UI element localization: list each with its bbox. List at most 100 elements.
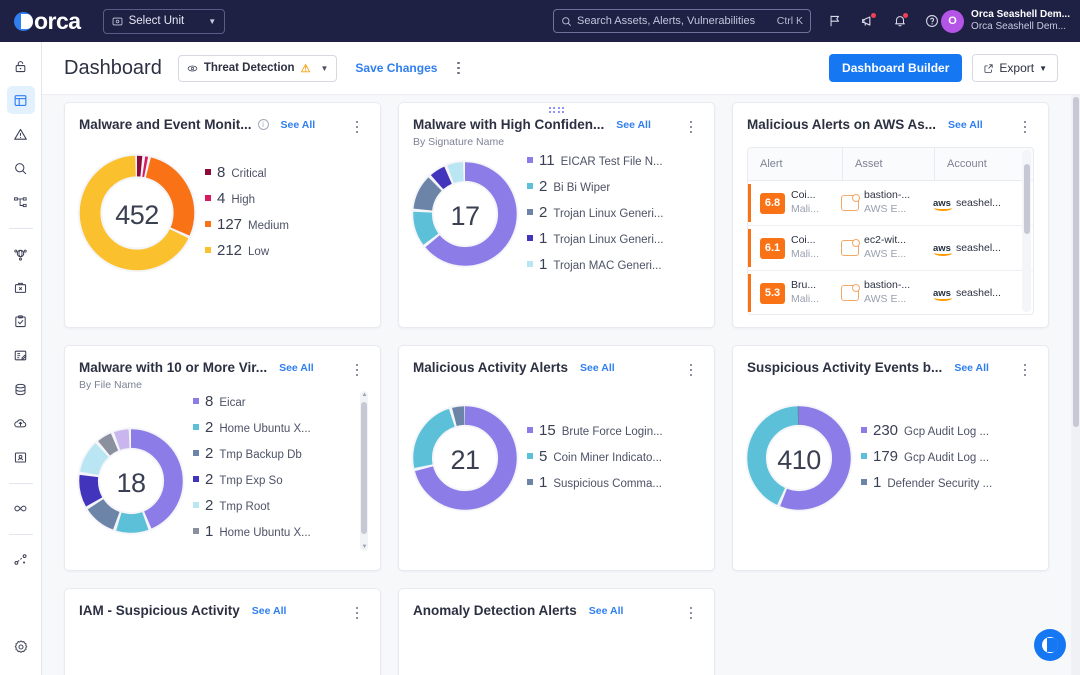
column-header-asset[interactable]: Asset bbox=[843, 148, 935, 180]
table-scrollbar-thumb[interactable] bbox=[1023, 164, 1030, 234]
widget-suspicious-activity-events[interactable]: Suspicious Activity Events b... See All … bbox=[732, 345, 1049, 571]
sidebar-item-network-globe[interactable] bbox=[7, 239, 35, 267]
sidebar-item-integrations[interactable] bbox=[7, 545, 35, 573]
megaphone-icon[interactable] bbox=[860, 12, 876, 29]
see-all-link[interactable]: See All bbox=[616, 119, 651, 131]
left-navigation-rail bbox=[0, 42, 42, 675]
legend-item[interactable]: 1 Trojan Linux Generi... bbox=[527, 230, 704, 247]
see-all-link[interactable]: See All bbox=[252, 605, 287, 617]
table-scrollbar[interactable] bbox=[1022, 150, 1031, 312]
sidebar-item-infinity[interactable] bbox=[7, 494, 35, 522]
widget-more-menu[interactable] bbox=[682, 360, 700, 380]
user-profile-menu[interactable]: O Orca Seashell Dem... Orca Seashell Dem… bbox=[941, 0, 1070, 42]
select-unit-dropdown[interactable]: Select Unit ▼ bbox=[102, 8, 226, 34]
legend-item[interactable]: 1 Tmp Xmrig bbox=[193, 549, 356, 551]
legend-item[interactable]: 1 Home Ubuntu X... bbox=[193, 523, 356, 540]
sidebar-item-compliance[interactable] bbox=[7, 307, 35, 335]
widget-more-menu[interactable] bbox=[682, 117, 700, 137]
legend-item[interactable]: 5 Coin Miner Indicato... bbox=[527, 448, 704, 465]
sidebar-item-sitemap[interactable] bbox=[7, 188, 35, 216]
legend-item[interactable]: 1 Trojan MAC Generi... bbox=[527, 256, 704, 273]
scroll-up-arrow-icon[interactable]: ▲ bbox=[362, 392, 368, 398]
sidebar-item-data[interactable] bbox=[7, 375, 35, 403]
save-changes-button[interactable]: Save Changes bbox=[355, 61, 437, 75]
widget-malware-with-high-confidence[interactable]: Malware with High Confiden... By Signatu… bbox=[398, 102, 715, 328]
sidebar-item-briefcase[interactable] bbox=[7, 273, 35, 301]
see-all-link[interactable]: See All bbox=[589, 605, 624, 617]
dashboard-more-menu[interactable] bbox=[449, 58, 467, 78]
legend-item[interactable]: 2 Tmp Backup Db bbox=[193, 445, 356, 462]
sidebar-item-search[interactable] bbox=[7, 154, 35, 182]
see-all-link[interactable]: See All bbox=[954, 362, 989, 374]
legend-item[interactable]: 1 Suspicious Comma... bbox=[527, 474, 704, 491]
sidebar-item-reports[interactable] bbox=[7, 341, 35, 369]
widget-malware-with-10-or-more-viruses[interactable]: Malware with 10 or More Vir... By File N… bbox=[64, 345, 381, 571]
sidebar-item-unlock[interactable] bbox=[7, 52, 35, 80]
widget-more-menu[interactable] bbox=[1016, 360, 1034, 380]
legend-item[interactable]: 8 Critical bbox=[205, 164, 370, 181]
see-all-link[interactable]: See All bbox=[580, 362, 615, 374]
legend-item[interactable]: 2 Home Ubuntu X... bbox=[193, 419, 356, 436]
legend-item[interactable]: 179 Gcp Audit Log ... bbox=[861, 448, 1038, 465]
widget-more-menu[interactable] bbox=[348, 117, 366, 137]
legend-scrollbar-thumb[interactable] bbox=[361, 401, 367, 534]
see-all-link[interactable]: See All bbox=[948, 119, 983, 131]
see-all-link[interactable]: See All bbox=[279, 362, 314, 374]
page-scrollbar-thumb[interactable] bbox=[1072, 97, 1079, 427]
dashboard-view-selector[interactable]: Threat Detection ⚠ ▼ bbox=[177, 54, 338, 82]
notification-dot bbox=[871, 12, 876, 18]
legend-item[interactable]: 230 Gcp Audit Log ... bbox=[861, 422, 1038, 439]
legend-item[interactable]: 2 Trojan Linux Generi... bbox=[527, 204, 704, 221]
dashboard-canvas: Malware and Event Monit... i See All 452 bbox=[42, 95, 1080, 675]
widget-drag-handle[interactable] bbox=[548, 107, 565, 113]
info-icon[interactable]: i bbox=[257, 119, 269, 130]
widget-title: Malware and Event Monit... bbox=[79, 117, 252, 132]
legend-item[interactable]: 2 Bi Bi Wiper bbox=[527, 178, 704, 195]
see-all-link[interactable]: See All bbox=[281, 119, 316, 131]
legend-item[interactable]: 4 High bbox=[205, 190, 370, 207]
dashboard-builder-button[interactable]: Dashboard Builder bbox=[829, 54, 963, 82]
page-scrollbar[interactable] bbox=[1071, 95, 1080, 675]
legend-item[interactable]: 127 Medium bbox=[205, 216, 370, 233]
column-header-alert[interactable]: Alert bbox=[748, 148, 843, 180]
legend-item[interactable]: 1 Defender Security ... bbox=[861, 474, 1038, 491]
legend-item[interactable]: 11 EICAR Test File N... bbox=[527, 152, 704, 169]
widget-malware-and-event-monitoring[interactable]: Malware and Event Monit... i See All 452 bbox=[64, 102, 381, 328]
sidebar-item-alerts[interactable] bbox=[7, 120, 35, 148]
widget-iam-suspicious-activity[interactable]: IAM - Suspicious Activity See All bbox=[64, 588, 381, 675]
sidebar-item-identity[interactable] bbox=[7, 443, 35, 471]
legend-swatch bbox=[205, 169, 211, 175]
legend-swatch bbox=[527, 453, 533, 459]
widget-malicious-alerts-on-aws-assets[interactable]: Malicious Alerts on AWS As... See All Al… bbox=[732, 102, 1049, 328]
bell-icon[interactable] bbox=[893, 13, 908, 28]
asset-type: AWS E... bbox=[864, 203, 907, 215]
widget-more-menu[interactable] bbox=[348, 360, 366, 380]
widget-malicious-activity-alerts[interactable]: Malicious Activity Alerts See All 21 15 … bbox=[398, 345, 715, 571]
widget-more-menu[interactable] bbox=[682, 603, 700, 623]
widget-more-menu[interactable] bbox=[348, 603, 366, 623]
orca-help-bubble[interactable] bbox=[1034, 629, 1066, 661]
column-header-account[interactable]: Account bbox=[935, 148, 1027, 180]
help-circle-icon[interactable] bbox=[925, 14, 939, 28]
table-row[interactable]: 6.8 Coi... Mali... bastion-... AWS E... … bbox=[748, 181, 1033, 226]
export-button[interactable]: Export ▼ bbox=[972, 54, 1058, 82]
widget-more-menu[interactable] bbox=[1016, 117, 1034, 137]
legend-item[interactable]: 8 Eicar bbox=[193, 393, 356, 410]
legend-item[interactable]: 2 Tmp Root bbox=[193, 497, 356, 514]
aws-logo-icon: aws bbox=[933, 287, 952, 301]
table-row[interactable]: 5.3 Bru... Mali... bastion-... AWS E... … bbox=[748, 271, 1033, 314]
table-row[interactable]: 6.1 Coi... Mali... ec2-wit... AWS E... a… bbox=[748, 226, 1033, 271]
orca-logo[interactable]: orca bbox=[14, 9, 81, 33]
sidebar-item-settings[interactable] bbox=[7, 633, 35, 661]
legend-scrollbar[interactable]: ▲ ▼ bbox=[360, 390, 368, 551]
global-search-input[interactable]: Search Assets, Alerts, Vulnerabilities C… bbox=[553, 9, 811, 33]
sidebar-item-dashboard[interactable] bbox=[6, 86, 35, 114]
legend-item[interactable]: 212 Low bbox=[205, 242, 370, 259]
legend-item[interactable]: 2 Tmp Exp So bbox=[193, 471, 356, 488]
legend-label: Eicar bbox=[219, 396, 246, 409]
widget-anomaly-detection-alerts[interactable]: Anomaly Detection Alerts See All bbox=[398, 588, 715, 675]
legend-item[interactable]: 15 Brute Force Login... bbox=[527, 422, 704, 439]
flag-icon[interactable] bbox=[828, 14, 842, 28]
scroll-down-arrow-icon[interactable]: ▼ bbox=[362, 544, 368, 550]
sidebar-item-cloud[interactable] bbox=[7, 409, 35, 437]
